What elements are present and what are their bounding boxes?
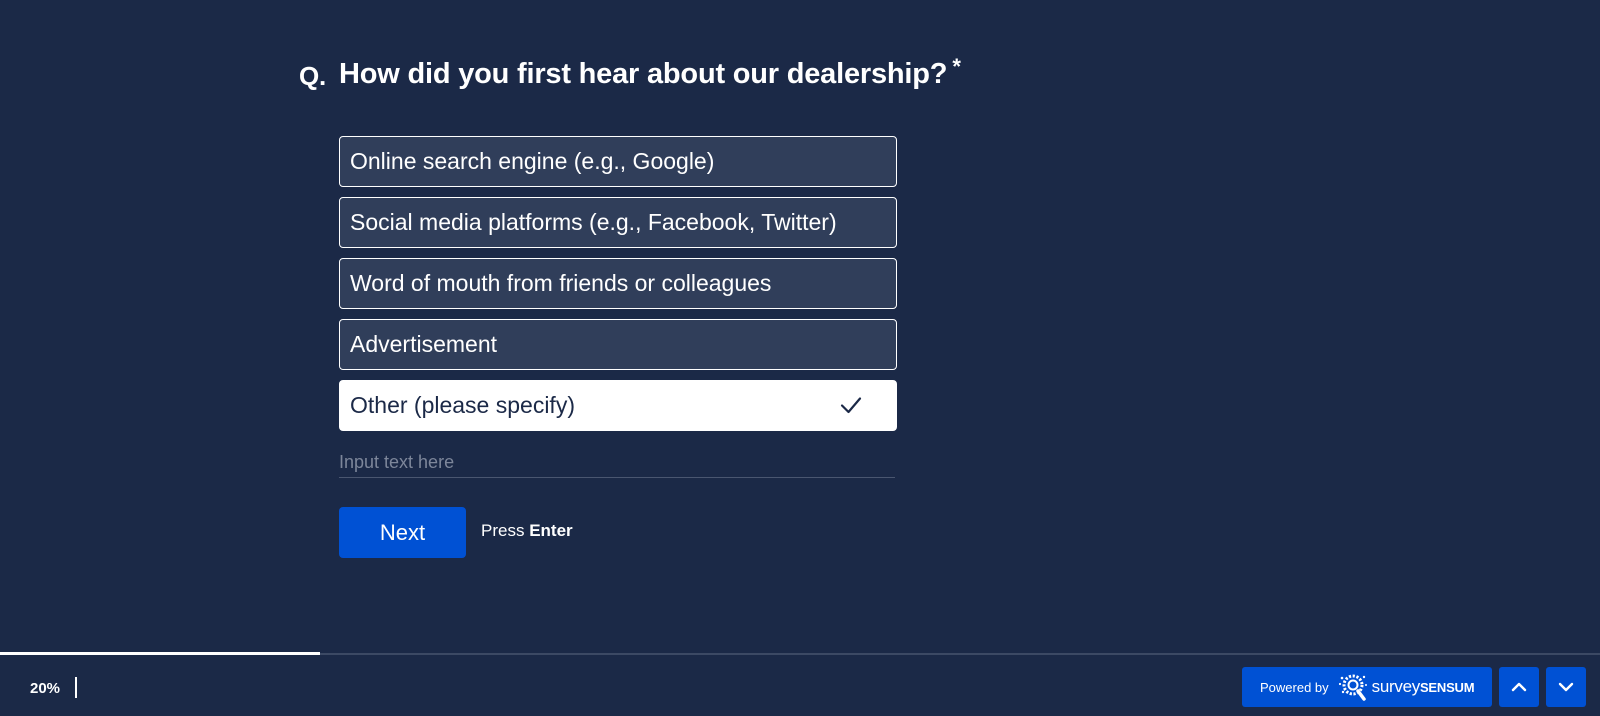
option-label: Online search engine (e.g., Google) — [350, 148, 715, 174]
progress-fill — [0, 652, 320, 655]
powered-by-label: Powered by — [1260, 679, 1329, 695]
other-specify-input[interactable] — [339, 448, 895, 478]
progress-bar — [0, 652, 1600, 655]
hint-prefix: Press — [481, 521, 525, 540]
brand-name-sensum: SENSUM — [1419, 679, 1475, 695]
next-question-button[interactable] — [1546, 667, 1586, 707]
option-word-of-mouth[interactable]: Word of mouth from friends or colleagues — [339, 258, 897, 309]
previous-question-button[interactable] — [1499, 667, 1539, 707]
option-advertisement[interactable]: Advertisement — [339, 319, 897, 370]
progress-label: 20% — [30, 680, 61, 697]
surveysensum-logo-icon — [1338, 674, 1367, 701]
checkmark-icon — [840, 397, 862, 414]
question-text: How did you first hear about our dealers… — [339, 58, 948, 90]
required-marker: * — [952, 54, 961, 79]
question-prefix: Q. — [299, 61, 327, 91]
keyboard-hint: Press Enter — [481, 521, 573, 541]
progress-caret — [75, 677, 77, 698]
next-button[interactable]: Next — [339, 507, 466, 558]
brand-name-survey: survey — [1371, 677, 1421, 696]
option-label: Word of mouth from friends or colleagues — [350, 270, 772, 296]
option-label: Advertisement — [350, 331, 498, 357]
chevron-down-icon — [1558, 682, 1574, 692]
option-online-search[interactable]: Online search engine (e.g., Google) — [339, 136, 897, 187]
option-social-media[interactable]: Social media platforms (e.g., Facebook, … — [339, 197, 897, 248]
chevron-up-icon — [1511, 682, 1527, 692]
powered-by-badge[interactable]: Powered by survey SENSUM — [1242, 667, 1492, 707]
option-label: Social media platforms (e.g., Facebook, … — [350, 209, 837, 235]
hint-key: Enter — [529, 521, 573, 540]
question-title: Q. How did you first hear about our deal… — [299, 54, 961, 92]
answer-options: Online search engine (e.g., Google) Soci… — [339, 136, 897, 441]
option-label: Other (please specify) — [350, 392, 575, 418]
option-other[interactable]: Other (please specify) — [339, 380, 897, 431]
